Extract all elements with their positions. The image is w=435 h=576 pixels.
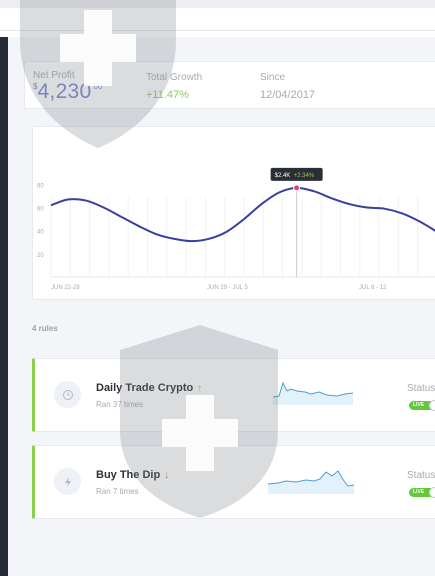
net-profit-amount: 4,230 [37,80,92,103]
rule-name-text: Daily Trade Crypto [96,382,194,394]
rule-sparkline [272,381,354,405]
rule-run-count: Ran 7 times [96,487,139,496]
top-bar [0,0,435,37]
rules-count: 4 rules [32,324,58,333]
toggle-label: LIVE [413,489,425,495]
clock-icon [54,381,81,408]
y-tick-label: 20 [37,253,44,259]
rule-name-text: Buy The Dip [96,469,161,481]
net-profit-value: $4,230 00 [33,80,102,104]
status-label: Status [407,383,435,394]
since-label: Since [260,72,286,83]
rule-name: Buy The Dip ↓ [96,469,169,481]
performance-chart: 20 40 60 80 JUN 22-28 JUN 29 - JUL 5 JUL 6 - 1… [37,167,435,291]
x-tick-label: JUN 29 - JUL 5 [207,285,248,291]
x-tick-label: JUN 22-28 [51,285,80,291]
arrow-down-icon: ↓ [164,470,170,481]
tooltip-value: $2.4K [275,173,291,179]
since-value: 12/04/2017 [260,89,316,101]
rule-row-daily-trade-crypto[interactable]: Daily Trade Crypto ↑ Ran 37 times Status … [32,358,435,432]
net-profit-currency: $ [33,82,38,91]
sidebar [0,37,8,576]
rule-row-buy-the-dip[interactable]: Buy The Dip ↓ Ran 7 times Status LIVE [32,445,435,519]
stats-card: Net Profit $4,230 00 Total Growth +11.47%… [24,61,435,109]
performance-chart-card: 20 40 60 80 JUN 22-28 JUN 29 - JUL 5 JUL 6 - 1… [32,126,435,300]
total-growth-label: Total Growth [146,72,203,83]
arrow-up-icon: ↑ [197,383,203,394]
lightning-icon [54,468,81,495]
tooltip-change: +2.34% [294,173,315,179]
y-tick-label: 80 [37,183,44,189]
x-tick-label: JUL 6 - 12 [359,285,387,291]
status-label: Status [407,470,435,481]
rule-run-count: Ran 37 times [96,400,144,409]
toggle-knob [429,487,435,498]
live-toggle[interactable]: LIVE [409,400,435,411]
highlight-point [293,184,301,192]
total-growth-value: +11.47% [146,89,189,101]
main-content: Net Profit $4,230 00 Total Growth +11.47%… [8,37,435,576]
rule-name: Daily Trade Crypto ↑ [96,382,202,394]
net-profit-cents: 00 [93,82,103,91]
y-tick-label: 60 [37,207,44,213]
toggle-label: LIVE [413,402,425,408]
y-tick-label: 40 [37,230,44,236]
live-toggle[interactable]: LIVE [409,487,435,498]
top-bar-strip [0,0,435,8]
toggle-knob [429,400,435,411]
top-bar-divider [0,30,435,31]
rule-sparkline [267,470,355,494]
